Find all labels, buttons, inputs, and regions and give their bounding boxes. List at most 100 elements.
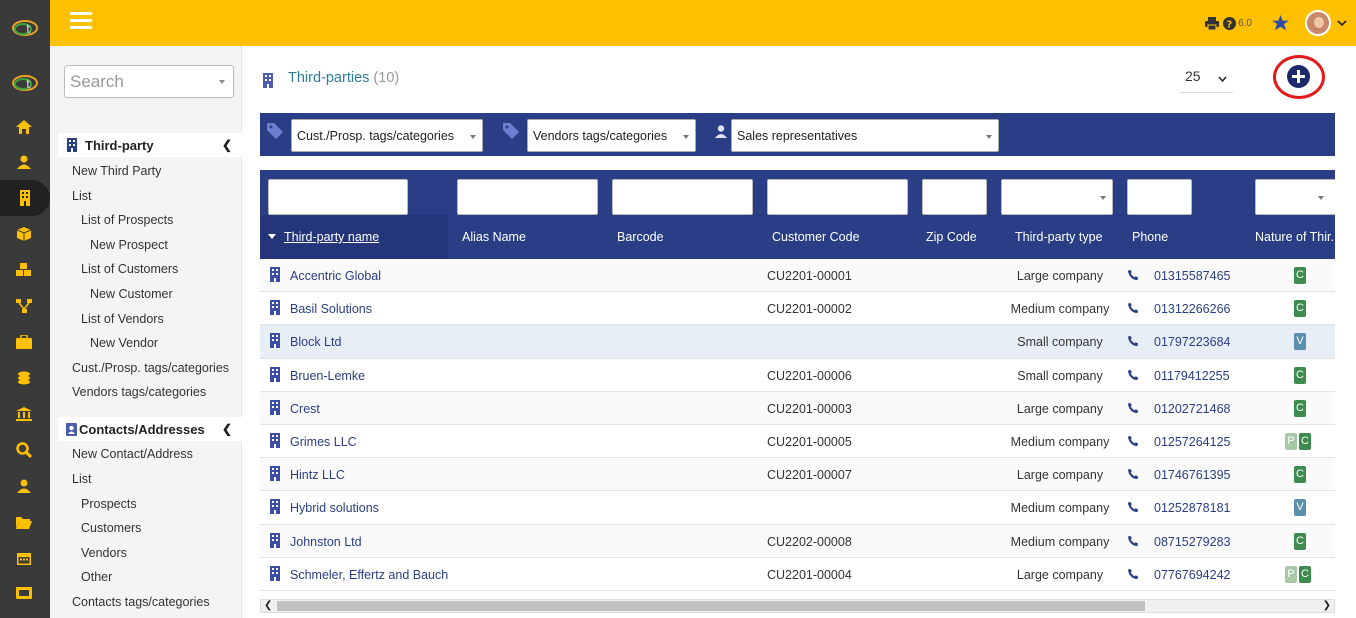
third-party-name-link[interactable]: Grimes LLC bbox=[290, 435, 357, 449]
user-avatar[interactable] bbox=[1305, 10, 1331, 36]
phone-link[interactable]: 01312266266 bbox=[1154, 302, 1230, 316]
coins-icon[interactable] bbox=[15, 369, 33, 387]
table-row[interactable]: Hybrid solutions Medium company 0125287818… bbox=[260, 491, 1335, 525]
sales-rep-filter[interactable]: Sales representatives bbox=[731, 119, 999, 152]
table-row[interactable]: Accentric Global CU2201-00001 Large compan… bbox=[260, 259, 1335, 293]
collapse-chevron-icon[interactable]: ❮ bbox=[222, 422, 232, 436]
col-barcode[interactable]: Barcode bbox=[617, 230, 664, 244]
filter-name-input[interactable] bbox=[268, 179, 408, 215]
home-logo-icon[interactable]: t bbox=[12, 73, 38, 93]
user-tie-icon[interactable] bbox=[15, 477, 33, 495]
phone-link[interactable]: 01797223684 bbox=[1154, 335, 1230, 349]
bookmark-star-icon[interactable] bbox=[1272, 15, 1289, 31]
cube-icon[interactable] bbox=[15, 225, 33, 243]
menu-list-of-vendors[interactable]: List of Vendors bbox=[81, 312, 164, 326]
phone-link[interactable]: 01179412255 bbox=[1154, 369, 1230, 383]
phone-link[interactable]: 01315587465 bbox=[1154, 269, 1230, 283]
col-alias-name[interactable]: Alias Name bbox=[462, 230, 526, 244]
filter-nature-select[interactable] bbox=[1255, 179, 1335, 215]
bank-icon[interactable] bbox=[15, 405, 33, 423]
filter-zip-input[interactable] bbox=[922, 179, 987, 215]
menu-cust-tags[interactable]: Cust./Prosp. tags/categories bbox=[72, 361, 229, 375]
project-diagram-icon[interactable] bbox=[15, 297, 33, 315]
menu-list[interactable]: List bbox=[72, 189, 91, 203]
phone-link[interactable]: 08715279283 bbox=[1154, 535, 1230, 549]
col-customer-code[interactable]: Customer Code bbox=[772, 230, 860, 244]
scrollbar-thumb[interactable] bbox=[277, 601, 1145, 611]
menu-contacts-other[interactable]: Other bbox=[81, 570, 112, 584]
logo-icon[interactable]: t bbox=[12, 18, 38, 38]
table-row[interactable]: Schmeler, Effertz and Bauch CU2201-00004 L… bbox=[260, 558, 1335, 591]
menu-section-contacts[interactable]: Contacts/Addresses ❮ bbox=[58, 417, 242, 441]
collapse-chevron-icon[interactable]: ❮ bbox=[222, 138, 232, 152]
phone-link[interactable]: 01746761395 bbox=[1154, 468, 1230, 482]
calendar-icon[interactable] bbox=[15, 549, 33, 567]
print-icon[interactable] bbox=[1205, 16, 1220, 30]
table-row[interactable]: Basil Solutions CU2201-00002 Medium compan… bbox=[260, 292, 1335, 326]
third-party-name-link[interactable]: Crest bbox=[290, 402, 320, 416]
menu-new-customer[interactable]: New Customer bbox=[90, 287, 173, 301]
third-party-name-link[interactable]: Bruen-Lemke bbox=[290, 369, 365, 383]
menu-contacts-customers[interactable]: Customers bbox=[81, 521, 141, 535]
third-party-name-link[interactable]: Schmeler, Effertz and Bauch bbox=[290, 568, 448, 582]
col-phone[interactable]: Phone bbox=[1132, 230, 1168, 244]
table-row[interactable]: Hintz LLC CU2201-00007 Large company 017467… bbox=[260, 458, 1335, 492]
third-party-name-link[interactable]: Basil Solutions bbox=[290, 302, 372, 316]
chevron-down-icon[interactable] bbox=[1337, 19, 1347, 27]
hamburger-menu-icon[interactable] bbox=[70, 12, 92, 30]
menu-contacts-vendors[interactable]: Vendors bbox=[81, 546, 127, 560]
menu-list-of-customers[interactable]: List of Customers bbox=[81, 262, 178, 276]
menu-new-prospect[interactable]: New Prospect bbox=[90, 238, 168, 252]
third-party-name-link[interactable]: Accentric Global bbox=[290, 269, 381, 283]
third-party-name-link[interactable]: Block Ltd bbox=[290, 335, 341, 349]
add-third-party-button[interactable] bbox=[1273, 55, 1325, 99]
table-row[interactable]: Johnston Ltd CU2202-00008 Medium company 08… bbox=[260, 524, 1335, 558]
ticket-icon[interactable] bbox=[15, 584, 33, 602]
third-party-name-link[interactable]: Hybrid solutions bbox=[290, 501, 379, 515]
user-icon[interactable] bbox=[15, 153, 33, 171]
scroll-left-icon[interactable]: ❮ bbox=[264, 600, 272, 612]
col-zip-code[interactable]: Zip Code bbox=[926, 230, 977, 244]
page-limit-select[interactable]: 25 bbox=[1179, 63, 1233, 93]
sort-desc-icon[interactable] bbox=[268, 234, 276, 240]
vendors-tags-filter[interactable]: Vendors tags/categories bbox=[527, 119, 696, 152]
briefcase-icon[interactable] bbox=[15, 333, 33, 351]
table-row[interactable]: Grimes LLC CU2201-00005 Medium company 0125… bbox=[260, 425, 1335, 459]
horizontal-scrollbar[interactable]: ❮ ❯ bbox=[260, 599, 1335, 613]
third-party-name-link[interactable]: Johnston Ltd bbox=[290, 535, 362, 549]
third-party-name-link[interactable]: Hintz LLC bbox=[290, 468, 345, 482]
filter-barcode-input[interactable] bbox=[612, 179, 753, 215]
search-dollar-icon[interactable] bbox=[15, 441, 33, 459]
scroll-right-icon[interactable]: ❯ bbox=[1323, 600, 1331, 612]
cust-tags-filter[interactable]: Cust./Prosp. tags/categories bbox=[291, 119, 483, 152]
menu-contacts-prospects[interactable]: Prospects bbox=[81, 497, 137, 511]
menu-vendors-tags[interactable]: Vendors tags/categories bbox=[72, 385, 206, 399]
menu-contact-list[interactable]: List bbox=[72, 472, 91, 486]
cubes-icon[interactable] bbox=[15, 261, 33, 279]
filter-customer-code-input[interactable] bbox=[767, 179, 908, 215]
home-icon[interactable] bbox=[15, 118, 33, 136]
menu-contacts-tags[interactable]: Contacts tags/categories bbox=[72, 595, 210, 609]
menu-new-contact[interactable]: New Contact/Address bbox=[72, 447, 193, 461]
phone-link[interactable]: 01202721468 bbox=[1154, 402, 1230, 416]
col-third-party-type[interactable]: Third-party type bbox=[1015, 230, 1103, 244]
menu-new-third-party[interactable]: New Third Party bbox=[72, 164, 161, 178]
filter-alias-input[interactable] bbox=[457, 179, 598, 215]
table-row[interactable]: Bruen-Lemke CU2201-00006 Small company 0117… bbox=[260, 359, 1335, 392]
phone-link[interactable]: 01257264125 bbox=[1154, 435, 1230, 449]
col-nature[interactable]: Nature of Thir... bbox=[1255, 230, 1335, 244]
menu-new-vendor[interactable]: New Vendor bbox=[90, 336, 158, 350]
filter-type-select[interactable] bbox=[1001, 179, 1113, 215]
col-third-party-name[interactable]: Third-party name bbox=[284, 230, 379, 244]
building-icon[interactable] bbox=[0, 180, 50, 216]
table-row[interactable]: Block Ltd Small company 01797223684 V bbox=[260, 325, 1335, 359]
table-row[interactable]: Crest CU2201-00003 Large company 0120272146… bbox=[260, 391, 1335, 425]
filter-phone-input[interactable] bbox=[1127, 179, 1192, 215]
folder-open-icon[interactable] bbox=[15, 513, 33, 531]
menu-list-of-prospects[interactable]: List of Prospects bbox=[81, 213, 173, 227]
menu-section-third-party[interactable]: Third-party ❮ bbox=[58, 133, 242, 157]
help-icon[interactable]: ? bbox=[1223, 16, 1237, 30]
menu-search-select[interactable]: Search bbox=[64, 65, 234, 98]
phone-link[interactable]: 07767694242 bbox=[1154, 568, 1230, 582]
phone-link[interactable]: 01252878181 bbox=[1154, 501, 1230, 515]
